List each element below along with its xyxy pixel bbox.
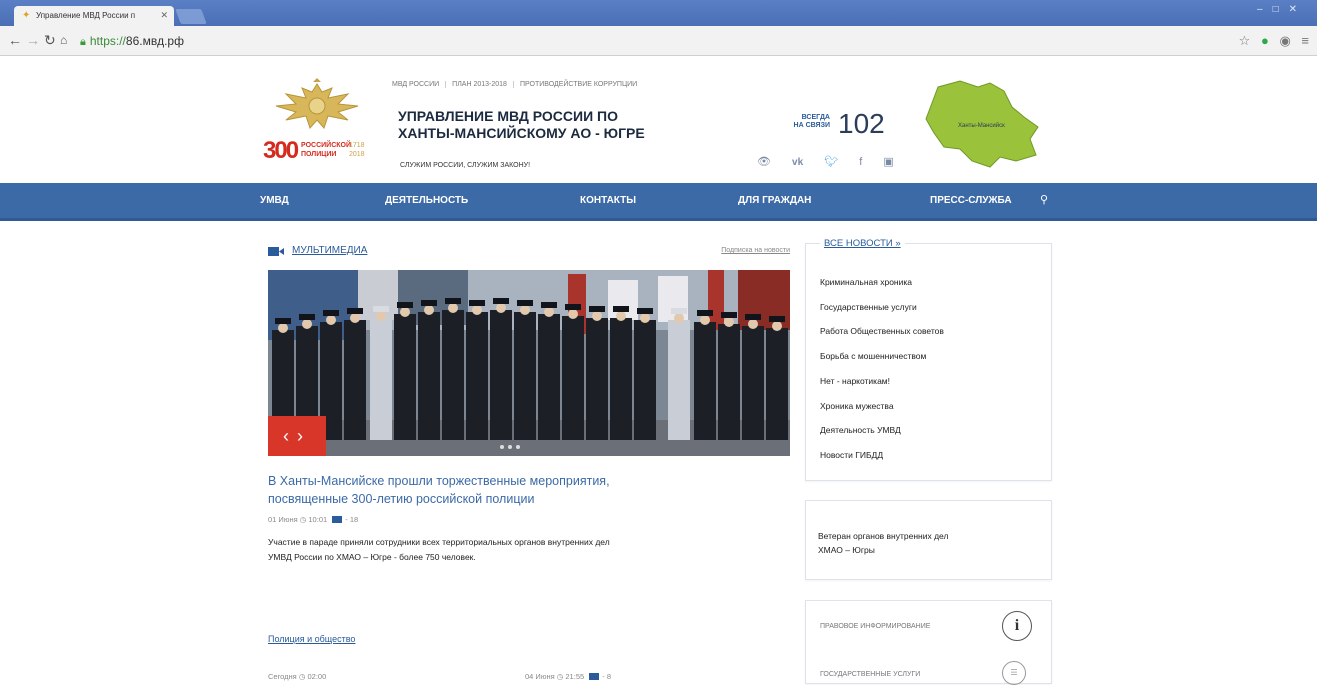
category-item[interactable]: Деятельность УМВД: [820, 418, 944, 443]
main-nav: УМВД ДЕЯТЕЛЬНОСТЬ КОНТАКТЫ ДЛЯ ГРАЖДАН П…: [0, 183, 1317, 221]
slider-prev-next[interactable]: ‹›: [268, 416, 326, 456]
svg-text:Ханты-Мансийск: Ханты-Мансийск: [958, 122, 1005, 129]
close-window-icon[interactable]: ✕: [1289, 4, 1307, 15]
services-panel: ПРАВОВОЕ ИНФОРМИРОВАНИЕ i ГОСУДАРСТВЕННЫ…: [805, 600, 1052, 685]
hotline-label: ВСЕГДА НА СВЯЗИ: [793, 114, 830, 129]
region-map-icon[interactable]: Ханты-Мансийск: [920, 77, 1042, 169]
browser-toolbar: ← → ↻ ⌂ 🔒︎ https://86.мвд.рф ☆ ● ◉ ≡: [0, 26, 1317, 56]
toplink-plan[interactable]: ПЛАН 2013-2018: [446, 81, 514, 88]
menu-icon[interactable]: ≡: [1301, 33, 1309, 48]
clock-icon: ◷: [299, 515, 307, 524]
chevron-right-icon[interactable]: ›: [297, 426, 311, 446]
window-controls[interactable]: –□✕: [1257, 4, 1307, 15]
photo-slider[interactable]: [268, 270, 790, 456]
category-item[interactable]: Новости ГИБДД: [820, 443, 944, 468]
browser-titlebar: ✦ Управление МВД России п ✕ –□✕: [0, 0, 1317, 26]
minimize-icon[interactable]: –: [1257, 4, 1273, 15]
home-icon[interactable]: ⌂: [60, 32, 67, 48]
multimedia-title[interactable]: МУЛЬТИМЕДИА: [292, 245, 367, 256]
toplink-anticorruption[interactable]: ПРОТИВОДЕЙСТВИЕ КОРРУПЦИИ: [514, 81, 643, 88]
gov-services-icon[interactable]: ☰: [1002, 661, 1026, 685]
item-meta-right: 04 Июня ◷ 21:55 - 8: [525, 672, 612, 681]
tab-close-icon[interactable]: ✕: [160, 10, 168, 21]
reload-icon[interactable]: ↻: [44, 32, 56, 48]
nav-contacts[interactable]: КОНТАКТЫ: [580, 195, 636, 206]
search-icon[interactable]: ⚲: [1040, 193, 1048, 206]
clock-icon: ◷: [298, 672, 306, 681]
item-meta-left: Сегодня ◷ 02:00: [268, 672, 327, 681]
browser-tab[interactable]: ✦ Управление МВД России п ✕: [14, 6, 174, 26]
eye-icon[interactable]: 👁︎: [757, 156, 771, 168]
lock-icon: 🔒︎: [80, 36, 86, 48]
url-host: 86.мвд.рф: [125, 34, 184, 48]
site-favicon-icon: ✦: [22, 10, 31, 21]
news-lead: Участие в параде приняли сотрудники всех…: [268, 537, 610, 562]
forward-icon[interactable]: →: [26, 32, 40, 48]
logo-300-police[interactable]: 300 РОССИЙСКОЙ ПОЛИЦИИ 1718 2018: [263, 138, 373, 164]
toplink-mvd[interactable]: МВД РОССИИ: [392, 81, 447, 88]
twitter-icon[interactable]: 🐦︎: [824, 156, 838, 168]
nav-press-service[interactable]: ПРЕСС-СЛУЖБА: [930, 195, 1012, 206]
gov-services-link[interactable]: ГОСУДАРСТВЕННЫЕ УСЛУГИ: [820, 671, 920, 678]
photo-icon: [332, 516, 343, 523]
nav-activity[interactable]: ДЕЯТЕЛЬНОСТЬ: [385, 195, 468, 206]
clock-icon: ◷: [556, 672, 564, 681]
chevron-left-icon[interactable]: ‹: [283, 426, 297, 446]
news-headline[interactable]: В Ханты-Мансийске прошли торжественные м…: [268, 472, 790, 508]
logo-300-text: РОССИЙСКОЙ ПОЛИЦИИ: [301, 142, 351, 158]
news-date: 01 Июня: [268, 515, 298, 524]
category-item[interactable]: Работа Общественных советов: [820, 319, 944, 344]
category-item[interactable]: Нет - наркотикам!: [820, 369, 944, 394]
social-links: 👁︎ vk 🐦︎ f ▣: [757, 155, 912, 168]
veterans-banner[interactable]: Ветеран органов внутренних дел ХМАО – Юг…: [805, 500, 1052, 580]
site-title[interactable]: УПРАВЛЕНИЕ МВД РОССИИ ПО ХАНТЫ-МАНСИЙСКО…: [398, 108, 718, 142]
all-news-link[interactable]: ВСЕ НОВОСТИ »: [820, 238, 905, 249]
nav-for-citizens[interactable]: ДЛЯ ГРАЖДАН: [738, 195, 811, 206]
logo-300-number: 300: [263, 137, 299, 164]
category-item[interactable]: Хроника мужества: [820, 394, 944, 419]
hotline-number[interactable]: 102: [838, 108, 885, 140]
video-camera-icon: [268, 247, 284, 256]
nav-umvd[interactable]: УМВД: [260, 195, 289, 206]
category-item[interactable]: Борьба с мошенничеством: [820, 344, 944, 369]
url-scheme: https://: [89, 34, 126, 48]
multimedia-header: МУЛЬТИМЕДИА Подписка на новости: [268, 243, 790, 261]
news-meta: 01 Июня ◷ 10:01 - 18: [268, 515, 358, 524]
news-time: 10:01: [308, 515, 328, 524]
back-icon[interactable]: ←: [8, 32, 22, 48]
subscribe-link[interactable]: Подписка на новости: [721, 247, 790, 254]
toolbar-extensions: ☆ ● ◉ ≡: [1232, 33, 1309, 49]
vk-icon[interactable]: vk: [792, 157, 803, 168]
veterans-text: Ветеран органов внутренних дел ХМАО – Юг…: [818, 531, 949, 555]
slider-dots[interactable]: [500, 436, 524, 454]
extension-icon[interactable]: ●: [1261, 33, 1269, 48]
police-society-link[interactable]: Полиция и общество: [268, 634, 355, 644]
header-top-links: МВД РОССИИ ПЛАН 2013-2018 ПРОТИВОДЕЙСТВИЕ …: [392, 81, 643, 88]
instagram-icon[interactable]: ▣: [883, 156, 893, 168]
info-icon[interactable]: i: [1002, 611, 1032, 641]
category-item[interactable]: Криминальная хроника: [820, 270, 944, 295]
maximize-icon[interactable]: □: [1273, 4, 1289, 15]
parade-photo: [268, 270, 790, 456]
address-bar[interactable]: 🔒︎ https://86.мвд.рф: [80, 32, 1240, 50]
tab-title: Управление МВД России п: [36, 11, 136, 20]
logo-300-years: 1718 2018: [349, 142, 365, 158]
extension-gray-icon[interactable]: ◉: [1279, 33, 1290, 48]
photo-icon: [589, 673, 600, 680]
facebook-icon[interactable]: f: [859, 156, 862, 168]
photo-count: - 18: [345, 515, 359, 524]
hotline: ВСЕГДА НА СВЯЗИ 102: [760, 108, 890, 142]
new-tab-button[interactable]: [175, 9, 207, 24]
bookmark-star-icon[interactable]: ☆: [1239, 33, 1251, 48]
category-list: Криминальная хроника Государственные усл…: [820, 270, 944, 468]
legal-info-link[interactable]: ПРАВОВОЕ ИНФОРМИРОВАНИЕ: [820, 623, 930, 630]
site-slogan: СЛУЖИМ РОССИИ, СЛУЖИМ ЗАКОНУ!: [400, 162, 531, 169]
news-categories-panel: ВСЕ НОВОСТИ » Криминальная хроника Госуд…: [805, 238, 1052, 481]
mvd-emblem-icon[interactable]: [272, 78, 362, 134]
site-header: 300 РОССИЙСКОЙ ПОЛИЦИИ 1718 2018 МВД РОССИ…: [0, 57, 1317, 183]
category-item[interactable]: Государственные услуги: [820, 295, 944, 320]
